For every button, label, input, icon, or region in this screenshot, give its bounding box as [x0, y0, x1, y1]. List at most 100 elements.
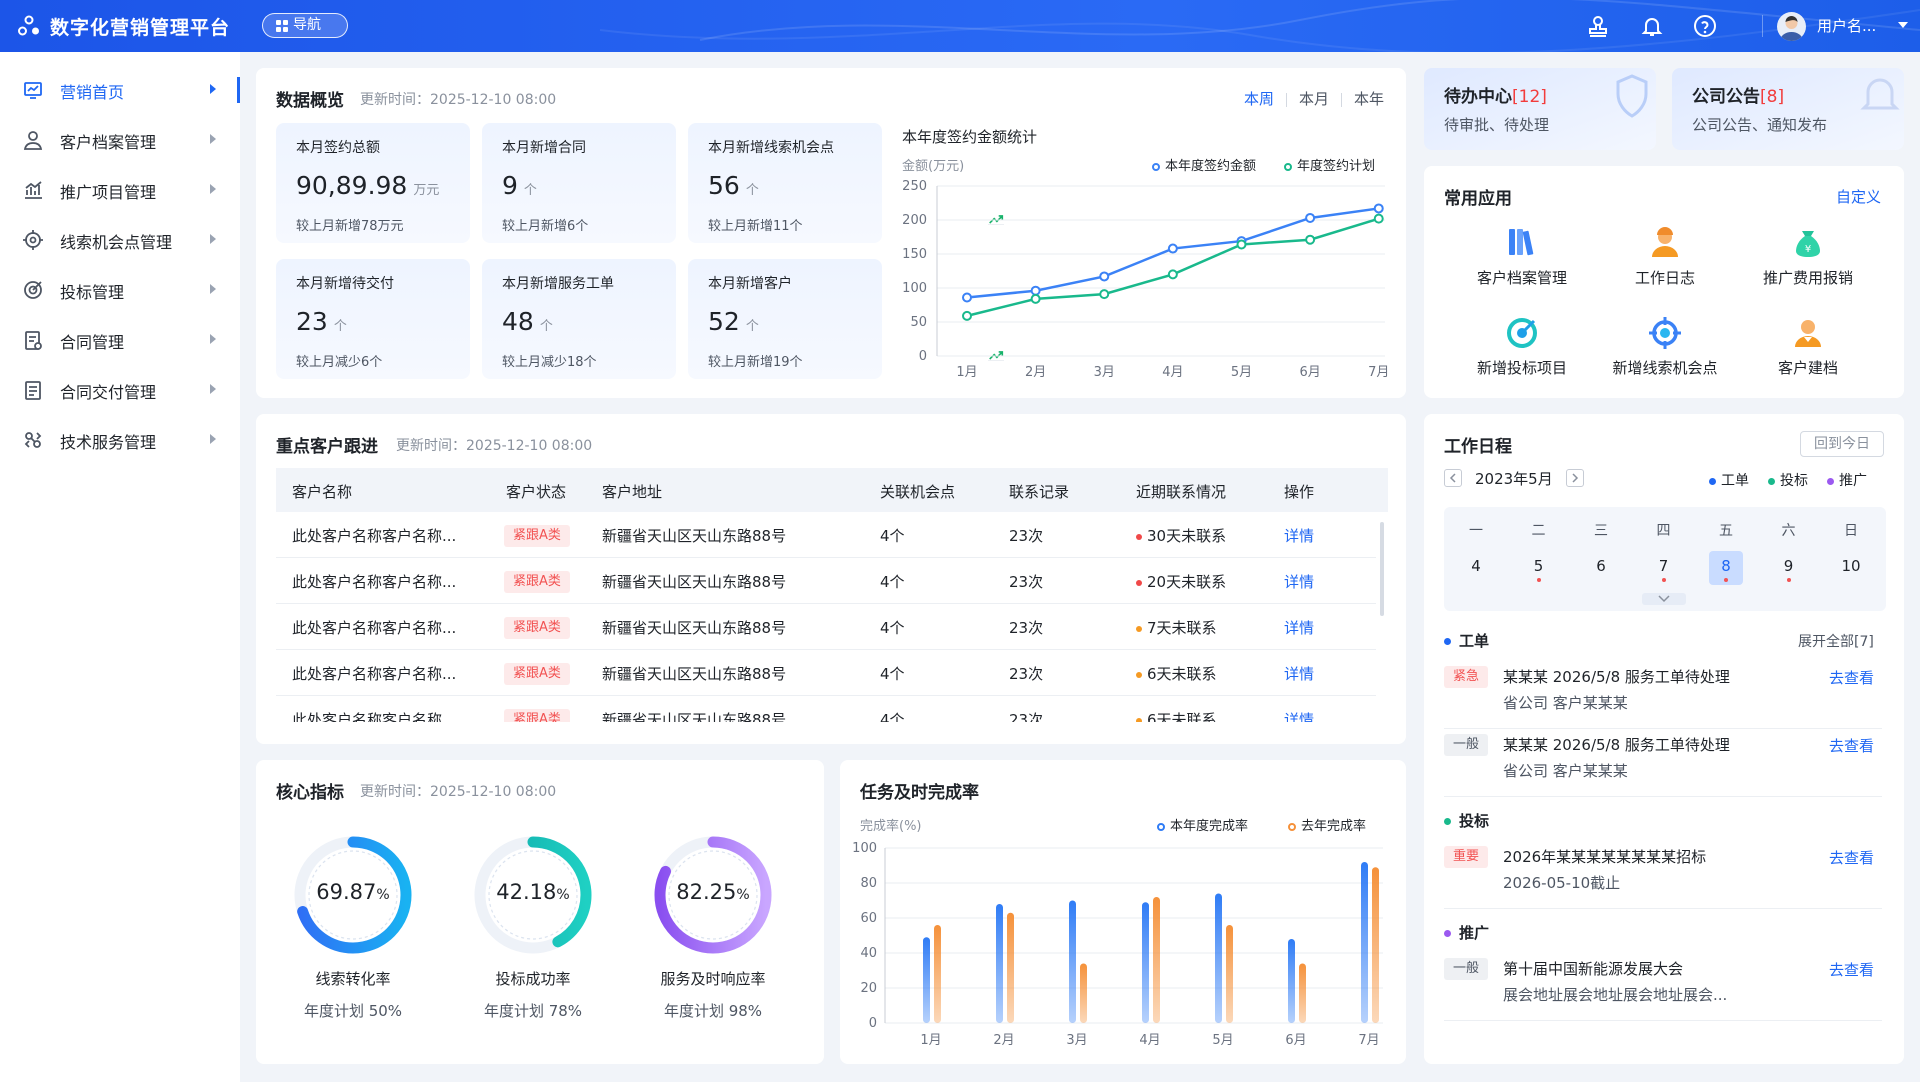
- shield-watermark-icon: [1616, 74, 1648, 118]
- notice-subtitle: 公司公告、通知发布: [1692, 116, 1828, 134]
- legend-marker-icon: [1288, 822, 1296, 831]
- expand-calendar-button[interactable]: [1642, 593, 1686, 605]
- event-title: 某某某 2026/5/8 服务工单待处理: [1503, 736, 1730, 754]
- bar-1[interactable]: [923, 937, 930, 1023]
- prev-month-button[interactable]: [1444, 469, 1462, 487]
- calendar-day[interactable]: 5: [1522, 551, 1556, 585]
- bar-1[interactable]: [1142, 902, 1149, 1023]
- section-dot-icon: [1444, 638, 1451, 645]
- bar-2[interactable]: [1372, 867, 1379, 1023]
- gauge-value: 69.87%: [316, 880, 390, 904]
- status-dot-icon: [1136, 717, 1142, 722]
- status-badge: 紧跟A类: [504, 709, 570, 722]
- contact-records: 23次: [1009, 665, 1044, 683]
- app-shortcut[interactable]: 新增投标项目: [1452, 315, 1592, 385]
- y-tick-label: 60: [860, 911, 877, 926]
- archive-icon: [1509, 229, 1534, 256]
- app-shortcut[interactable]: 新增线索机会点: [1595, 315, 1735, 385]
- todo-center-card[interactable]: 待办中心[12] 待审批、待处理: [1424, 68, 1656, 150]
- x-tick-label: 6月: [1285, 1033, 1306, 1048]
- bar-1[interactable]: [1215, 893, 1222, 1024]
- bar-2[interactable]: [1080, 963, 1087, 1024]
- app-shortcut[interactable]: 客户档案管理: [1452, 225, 1592, 295]
- chevron-right-icon: [1572, 473, 1579, 483]
- bar-1[interactable]: [1361, 862, 1368, 1023]
- table-row[interactable]: 此处客户名称客户名称... 紧跟A类 新疆省天山区天山东路88号 4个 23次 30天未联…: [276, 512, 1376, 558]
- status-badge: 紧跟A类: [504, 525, 570, 547]
- x-tick-label: 7月: [1358, 1033, 1379, 1048]
- next-month-button[interactable]: [1566, 469, 1584, 487]
- table-row[interactable]: 此处客户名称客户名称... 紧跟A类 新疆省天山区天山东路88号 4个 23次 20天未联…: [276, 558, 1376, 604]
- status-badge: 紧跟A类: [504, 617, 570, 639]
- view-link[interactable]: 去查看: [1829, 667, 1874, 688]
- recent-contact: 6天未联系: [1136, 663, 1217, 684]
- status-dot-icon: [1136, 671, 1142, 678]
- table-row[interactable]: 此处客户名称客户名称... 紧跟A类 新疆省天山区天山东路88号 4个 23次 7天未联系…: [276, 604, 1376, 650]
- calendar-day[interactable]: 8: [1709, 551, 1743, 585]
- x-tick-label: 5月: [1212, 1033, 1233, 1048]
- calendar-day[interactable]: 6: [1584, 551, 1618, 585]
- legend-marker-icon: [1157, 822, 1165, 831]
- detail-link[interactable]: 详情: [1284, 709, 1314, 722]
- legend-dot-icon: [1709, 477, 1716, 485]
- core-title: 核心指标: [276, 783, 344, 803]
- detail-link[interactable]: 详情: [1284, 663, 1314, 684]
- calendar-day[interactable]: 7: [1647, 551, 1681, 585]
- calendar-day[interactable]: 4: [1459, 551, 1493, 585]
- customer-name: 此处客户名称客户名称...: [292, 619, 457, 637]
- status-badge: 紧跟A类: [504, 571, 570, 593]
- app-label: 新增线索机会点: [1612, 359, 1718, 377]
- weekday-label: 一: [1469, 523, 1483, 539]
- legend-dot-icon: [1827, 477, 1834, 485]
- opportunity-count: 4个: [880, 573, 905, 591]
- view-link[interactable]: 去查看: [1829, 959, 1874, 980]
- event-title: 某某某 2026/5/8 服务工单待处理: [1503, 668, 1730, 686]
- notice-card[interactable]: 公司公告[8] 公司公告、通知发布: [1672, 68, 1904, 150]
- gauge-plan: 年度计划 50%: [303, 1002, 403, 1020]
- app-shortcut[interactable]: 工作日志: [1595, 225, 1735, 295]
- weekday-label: 三: [1594, 523, 1608, 539]
- detail-link[interactable]: 详情: [1284, 525, 1314, 546]
- contact-records: 23次: [1009, 573, 1044, 591]
- y-tick-label: 20: [860, 981, 877, 996]
- bar-1[interactable]: [1069, 900, 1076, 1024]
- table-scrollbar[interactable]: [1380, 522, 1384, 616]
- bar-1[interactable]: [996, 904, 1003, 1023]
- view-link[interactable]: 去查看: [1829, 847, 1874, 868]
- chevron-down-icon: [1658, 595, 1670, 603]
- customize-link[interactable]: 自定义: [1836, 186, 1881, 207]
- divider: [1444, 796, 1882, 797]
- table-row[interactable]: 此处客户名称客户名称... 紧跟A类 新疆省天山区天山东路88号 4个 23次 6天未联系…: [276, 650, 1376, 696]
- detail-link[interactable]: 详情: [1284, 571, 1314, 592]
- bar-2[interactable]: [1226, 925, 1233, 1023]
- priority-badge: 重要: [1444, 846, 1489, 868]
- app-shortcut[interactable]: ¥ 推广费用报销: [1738, 225, 1878, 295]
- app-label: 客户建档: [1777, 359, 1838, 377]
- contact-records: 23次: [1009, 527, 1044, 545]
- detail-link[interactable]: 详情: [1284, 617, 1314, 638]
- bar-chart-title: 任务及时完成率: [860, 783, 979, 803]
- back-to-today-button[interactable]: 回到今日: [1800, 431, 1884, 457]
- section-dot-icon: [1444, 930, 1451, 937]
- bell-watermark-icon: [1860, 78, 1900, 110]
- bar-2[interactable]: [934, 925, 941, 1023]
- calendar-day[interactable]: 9: [1772, 551, 1806, 585]
- y-tick-label: 40: [860, 946, 877, 961]
- opportunity-count: 4个: [880, 665, 905, 683]
- view-link[interactable]: 去查看: [1829, 735, 1874, 756]
- expand-all-link[interactable]: 展开全部[7]: [1798, 631, 1874, 651]
- gauge-label: 服务及时响应率: [660, 970, 766, 988]
- app-shortcut[interactable]: 客户建档: [1738, 315, 1878, 385]
- bar-2[interactable]: [1153, 897, 1160, 1023]
- schedule-section-3: 推广: [1444, 922, 1489, 943]
- calendar-day[interactable]: 10: [1834, 551, 1868, 585]
- x-tick-label: 3月: [1066, 1033, 1087, 1048]
- table-row[interactable]: 此处客户名称客户名称... 紧跟A类 新疆省天山区天山东路88号 4个 23次 6天未联系…: [276, 696, 1376, 722]
- gauge-plan: 年度计划 78%: [483, 1002, 583, 1020]
- bar-2[interactable]: [1299, 963, 1306, 1024]
- core-updated-time: 更新时间：2025-12-10 08:00: [360, 784, 557, 800]
- bar-2[interactable]: [1007, 912, 1014, 1023]
- recent-contact: 20天未联系: [1136, 571, 1226, 592]
- recent-contact: 7天未联系: [1136, 617, 1217, 638]
- bar-1[interactable]: [1288, 939, 1295, 1023]
